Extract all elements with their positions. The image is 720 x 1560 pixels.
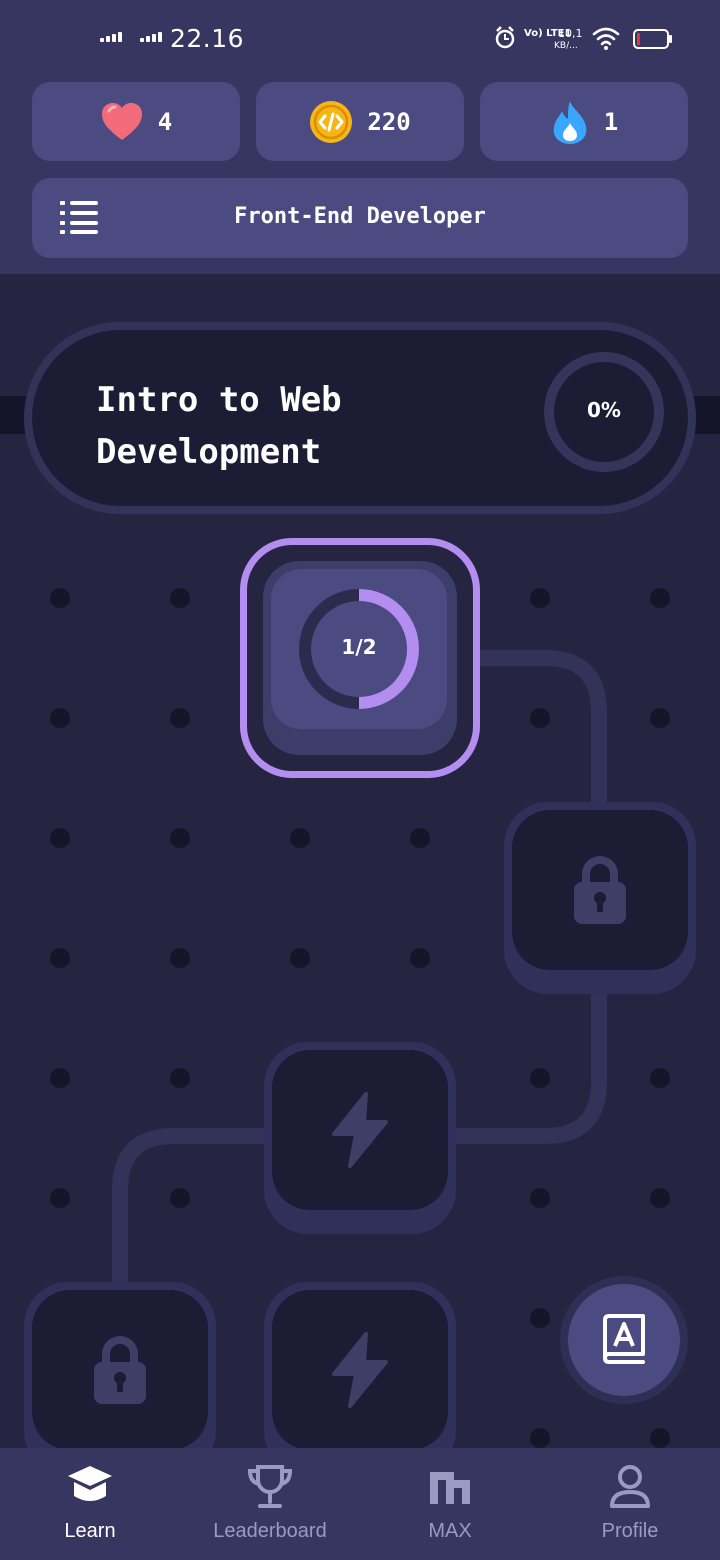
lesson-node-locked-2[interactable] bbox=[24, 1282, 216, 1448]
signal-strength-icon bbox=[100, 32, 122, 42]
flame-icon bbox=[553, 100, 587, 144]
nav-profile[interactable]: Profile bbox=[540, 1464, 720, 1554]
wifi-icon bbox=[592, 27, 620, 50]
header: 4 220 1 Front-End Developer bbox=[0, 78, 720, 274]
nav-leaderboard-label: Leaderboard bbox=[213, 1520, 327, 1542]
learning-path-map: Intro to Web Development 0% 1/2 bbox=[0, 274, 720, 1448]
graduation-cap-icon bbox=[68, 1466, 112, 1501]
nav-learn[interactable]: Learn bbox=[0, 1464, 180, 1554]
nav-leaderboard[interactable]: Leaderboard bbox=[180, 1464, 360, 1554]
lesson-progress-label: 1/2 bbox=[341, 635, 377, 659]
coins-count: 220 bbox=[367, 107, 411, 136]
unit-progress-ring: 0% bbox=[544, 352, 664, 472]
signal-strength-icon-2 bbox=[140, 32, 162, 42]
nav-profile-label: Profile bbox=[601, 1520, 659, 1542]
person-icon bbox=[610, 1465, 650, 1508]
streak-counter[interactable]: 1 bbox=[480, 82, 688, 161]
battery-icon bbox=[633, 29, 672, 49]
nav-max[interactable]: MAX bbox=[360, 1464, 540, 1554]
lock-icon bbox=[574, 856, 626, 924]
course-selector[interactable]: Front-End Developer bbox=[32, 178, 688, 258]
unit-progress-label: 0% bbox=[587, 398, 621, 422]
glossary-button[interactable] bbox=[560, 1276, 688, 1404]
lightning-bolt-icon bbox=[332, 1332, 388, 1408]
lock-icon bbox=[94, 1336, 146, 1404]
lightning-bolt-icon bbox=[332, 1092, 388, 1168]
unit-title: Intro to Web Development bbox=[96, 380, 342, 472]
bottom-navigation: Learn Leaderboard MAX Profile bbox=[0, 1448, 720, 1560]
lesson-node-current[interactable]: 1/2 bbox=[240, 538, 480, 778]
streak-count: 1 bbox=[603, 107, 619, 136]
nav-learn-label: Learn bbox=[64, 1520, 116, 1542]
lives-count: 4 bbox=[157, 107, 173, 136]
nav-max-label: MAX bbox=[428, 1520, 472, 1542]
lives-counter[interactable]: 4 bbox=[32, 82, 240, 161]
trophy-icon bbox=[247, 1465, 293, 1508]
code-coin-icon bbox=[310, 100, 353, 143]
speed-unit-text: KB/... bbox=[554, 41, 578, 51]
speed-value-text: 10,1 bbox=[558, 27, 583, 40]
practice-node[interactable] bbox=[264, 1042, 456, 1234]
lesson-node-locked[interactable] bbox=[504, 802, 696, 994]
max-logo-icon bbox=[430, 1472, 470, 1504]
heart-icon bbox=[101, 102, 142, 140]
course-title: Front-End Developer bbox=[234, 204, 486, 229]
status-time: 22.16 bbox=[170, 24, 245, 53]
glossary-book-icon bbox=[603, 1314, 645, 1364]
alarm-icon bbox=[495, 26, 515, 49]
practice-node-2[interactable] bbox=[264, 1282, 456, 1448]
status-icons: Vo) LTE1 10,1 KB/... bbox=[495, 26, 672, 51]
unit-banner[interactable]: Intro to Web Development 0% bbox=[24, 322, 696, 514]
coins-counter[interactable]: 220 bbox=[256, 82, 464, 161]
status-bar: 22.16 Vo) LTE1 10,1 KB/... bbox=[0, 0, 720, 78]
